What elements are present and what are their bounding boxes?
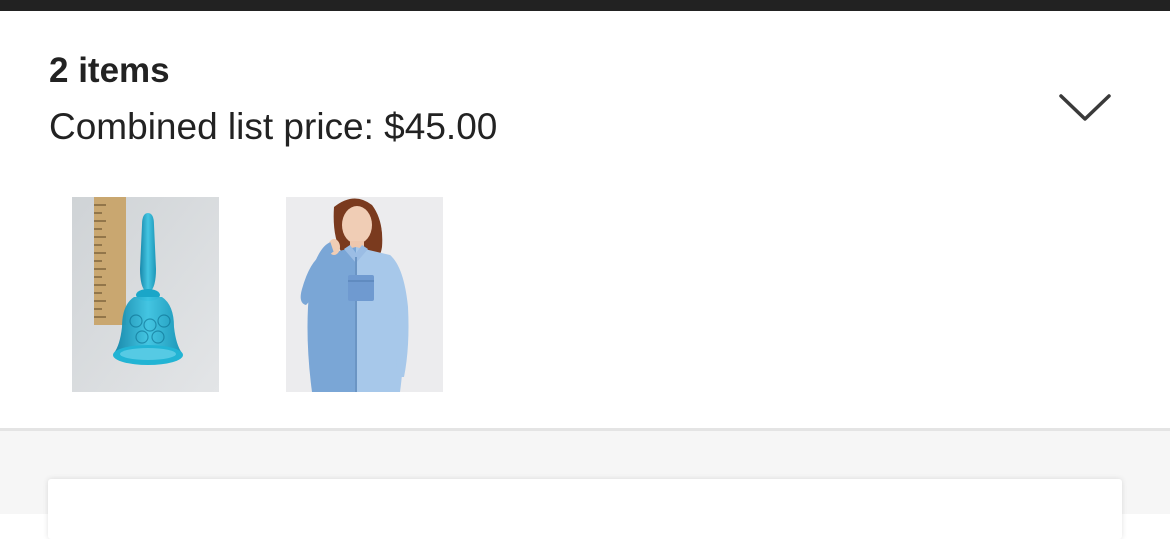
product-thumbnail-bell[interactable] xyxy=(72,197,219,392)
content-card xyxy=(48,479,1122,539)
top-bar xyxy=(0,0,1170,11)
cart-summary-panel[interactable]: 2 items Combined list price: $45.00 xyxy=(0,11,1170,428)
chevron-down-icon[interactable] xyxy=(1058,93,1112,123)
denim-shirt-image xyxy=(286,197,443,392)
lower-section xyxy=(0,431,1170,539)
item-count: 2 items xyxy=(49,51,170,90)
product-thumbnail-denim-shirt[interactable] xyxy=(286,197,443,392)
combined-list-price: Combined list price: $45.00 xyxy=(49,106,498,147)
glass-bell-image xyxy=(72,197,219,392)
